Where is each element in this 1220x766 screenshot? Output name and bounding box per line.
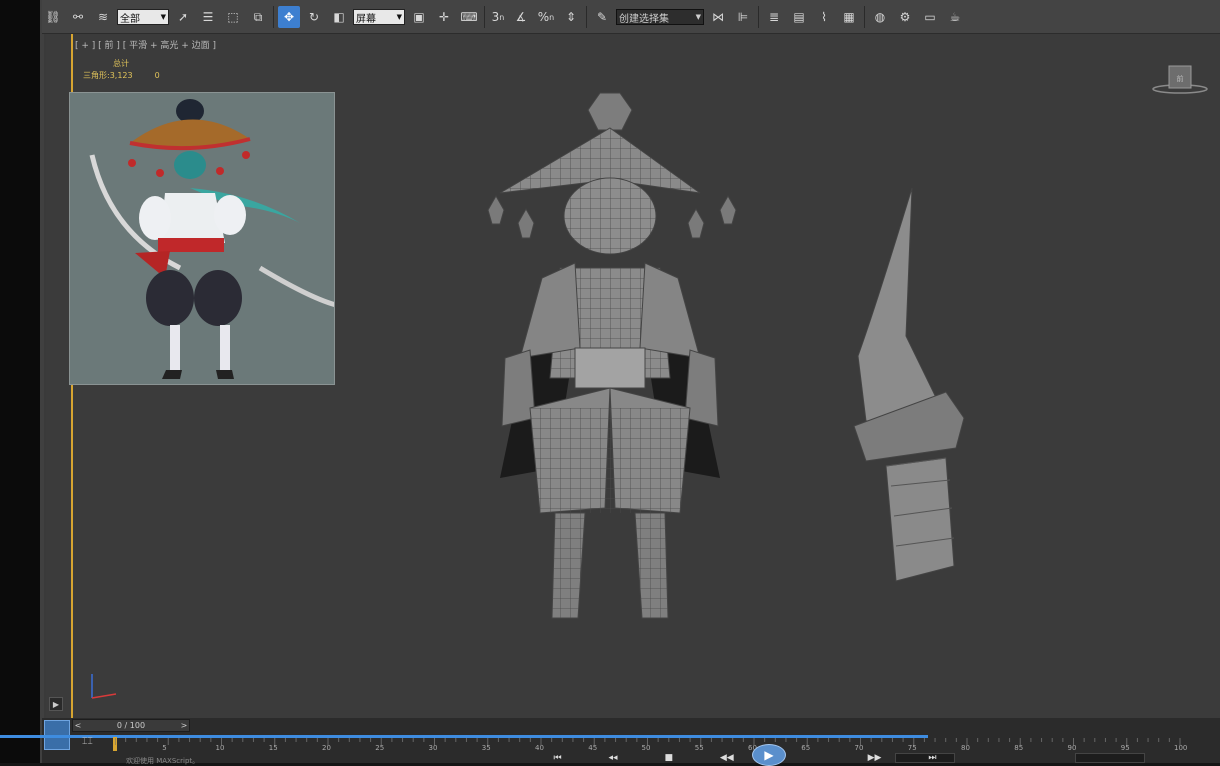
angle-snap-icon[interactable]: ∡: [510, 6, 532, 28]
timeline-tick-label: 10: [215, 744, 225, 752]
scene-explorer-icon[interactable]: ▤: [788, 6, 810, 28]
timeline-tick-label: 65: [801, 744, 811, 752]
left-strip: [0, 0, 42, 763]
timeline-tick-label: 35: [481, 744, 491, 752]
edit-named-sets-icon[interactable]: ✎: [591, 6, 613, 28]
named-selection-value: 创建选择集: [619, 13, 669, 25]
separator: [273, 6, 274, 28]
timeline-tick-label: 25: [375, 744, 385, 752]
chevron-down-icon: ▼: [396, 13, 402, 21]
timeline-tick-label: 45: [588, 744, 598, 752]
mirror-icon[interactable]: ⋈: [707, 6, 729, 28]
dagger-3d-model[interactable]: [846, 186, 970, 586]
rendered-frame-icon[interactable]: ▭: [919, 6, 941, 28]
svg-text:前: 前: [1177, 74, 1184, 83]
timeline-tick-label: 80: [961, 744, 970, 752]
timeline-tick-label: 100: [1174, 744, 1188, 752]
material-editor-icon[interactable]: ◍: [869, 6, 891, 28]
percent-snap-icon[interactable]: % n: [535, 6, 557, 28]
stats-value-selected: 0: [154, 71, 160, 80]
selection-filter-value: 全部: [120, 13, 140, 25]
chevron-down-icon: ▼: [160, 13, 166, 21]
timeline-tick-label: 20: [322, 744, 331, 752]
align-icon[interactable]: ⊫: [732, 6, 754, 28]
separator: [864, 6, 865, 28]
viewcube-icon[interactable]: 前: [1152, 62, 1208, 96]
timeline-tick-label: 90: [1067, 744, 1077, 752]
percent-snap-label: %: [537, 10, 550, 24]
snap-3-label: 3: [491, 10, 500, 24]
selection-filter-dropdown[interactable]: 全部 ▼: [117, 9, 169, 25]
timeline-tick-label: 5: [162, 744, 167, 752]
timeline-tick-label: 75: [907, 744, 917, 752]
goto-start-icon[interactable]: ⏮: [553, 753, 561, 763]
timeline-tick-label: 15: [268, 744, 278, 752]
viewport-label[interactable]: [ + ] [ 前 ] [ 平滑 + 高光 + 边面 ]: [75, 38, 216, 51]
frame-field[interactable]: [1075, 753, 1145, 763]
rewind-icon[interactable]: ◀◀: [720, 753, 734, 763]
time-slider[interactable]: < 0 / 100 >: [72, 719, 190, 732]
bind-spacewarp-icon[interactable]: ≋: [92, 6, 114, 28]
timeline-tick-label: 55: [694, 744, 704, 752]
reference-image-plane[interactable]: [69, 92, 335, 385]
select-by-name-icon[interactable]: ☰: [197, 6, 219, 28]
viewport-toggle-button[interactable]: ▶: [49, 697, 63, 711]
curve-editor-toggle-icon[interactable]: ⌶⌶: [82, 737, 93, 747]
time-next-button[interactable]: >: [179, 721, 189, 730]
snap-icon[interactable]: 3n: [489, 6, 507, 28]
prev-frame-icon[interactable]: ◂◂: [608, 753, 617, 763]
frame-display: 0 / 100: [116, 721, 146, 730]
character-concept-art: [70, 93, 334, 384]
named-selection-dropdown[interactable]: 创建选择集 ▼: [616, 9, 704, 25]
timeline-tick-label: 40: [535, 744, 544, 752]
stats-title: 总计: [113, 59, 129, 68]
render-setup-icon[interactable]: ⚙: [894, 6, 916, 28]
stats-label: 三角形:: [83, 71, 110, 80]
rotate-icon[interactable]: ↻: [303, 6, 325, 28]
select-icon[interactable]: ➚: [172, 6, 194, 28]
playback-controls: ⏮ ◂◂ ■ ◀◀ ▶▶ ⏭: [530, 752, 960, 763]
goto-end-icon[interactable]: ⏭: [928, 753, 936, 763]
character-3d-model[interactable]: [460, 88, 760, 633]
render-icon[interactable]: ☕: [944, 6, 966, 28]
curve-editor-icon[interactable]: ⌇: [813, 6, 835, 28]
reference-coord-dropdown[interactable]: 屏幕 ▼: [353, 9, 405, 25]
timeline-tick-label: 50: [641, 744, 651, 752]
timeline-tick-label: 70: [854, 744, 864, 752]
separator: [758, 6, 759, 28]
timeline-tick-label: 95: [1120, 744, 1130, 752]
keyboard-shortcut-icon[interactable]: ⌨: [458, 6, 480, 28]
statistics-overlay: 总计 三角形:3,123 0: [83, 58, 160, 82]
next-frame-icon[interactable]: ▶▶: [868, 753, 882, 763]
link-icon[interactable]: ⛓: [42, 6, 64, 28]
window-crossing-icon[interactable]: ⧉: [247, 6, 269, 28]
spinner-snap-icon[interactable]: ⇕: [560, 6, 582, 28]
layer-manager-icon[interactable]: ≣: [763, 6, 785, 28]
time-prev-button[interactable]: <: [73, 721, 83, 730]
schematic-view-icon[interactable]: ▦: [838, 6, 860, 28]
stats-value: 3,123: [109, 71, 133, 80]
status-text: 欢迎使用 MAXScript。: [126, 757, 200, 765]
manipulate-icon[interactable]: ✛: [433, 6, 455, 28]
reference-coord-value: 屏幕: [356, 13, 376, 25]
timeline-tick-label: 30: [428, 744, 438, 752]
move-icon[interactable]: ✥: [278, 6, 300, 28]
separator: [484, 6, 485, 28]
separator: [586, 6, 587, 28]
timeline-tick-label: 85: [1014, 744, 1024, 752]
main-toolbar: ⛓ ⚯ ≋ 全部 ▼ ➚ ☰ ⬚ ⧉ ✥ ↻ ◧ 屏幕 ▼ ▣ ✛ ⌨ 3n ∡ %…: [42, 0, 1220, 34]
scale-icon[interactable]: ◧: [328, 6, 350, 28]
chevron-down-icon: ▼: [695, 13, 701, 21]
unlink-icon[interactable]: ⚯: [67, 6, 89, 28]
use-pivot-icon[interactable]: ▣: [408, 6, 430, 28]
stop-icon[interactable]: ■: [664, 753, 673, 763]
axis-tripod-icon: [91, 674, 117, 699]
rect-region-icon[interactable]: ⬚: [222, 6, 244, 28]
